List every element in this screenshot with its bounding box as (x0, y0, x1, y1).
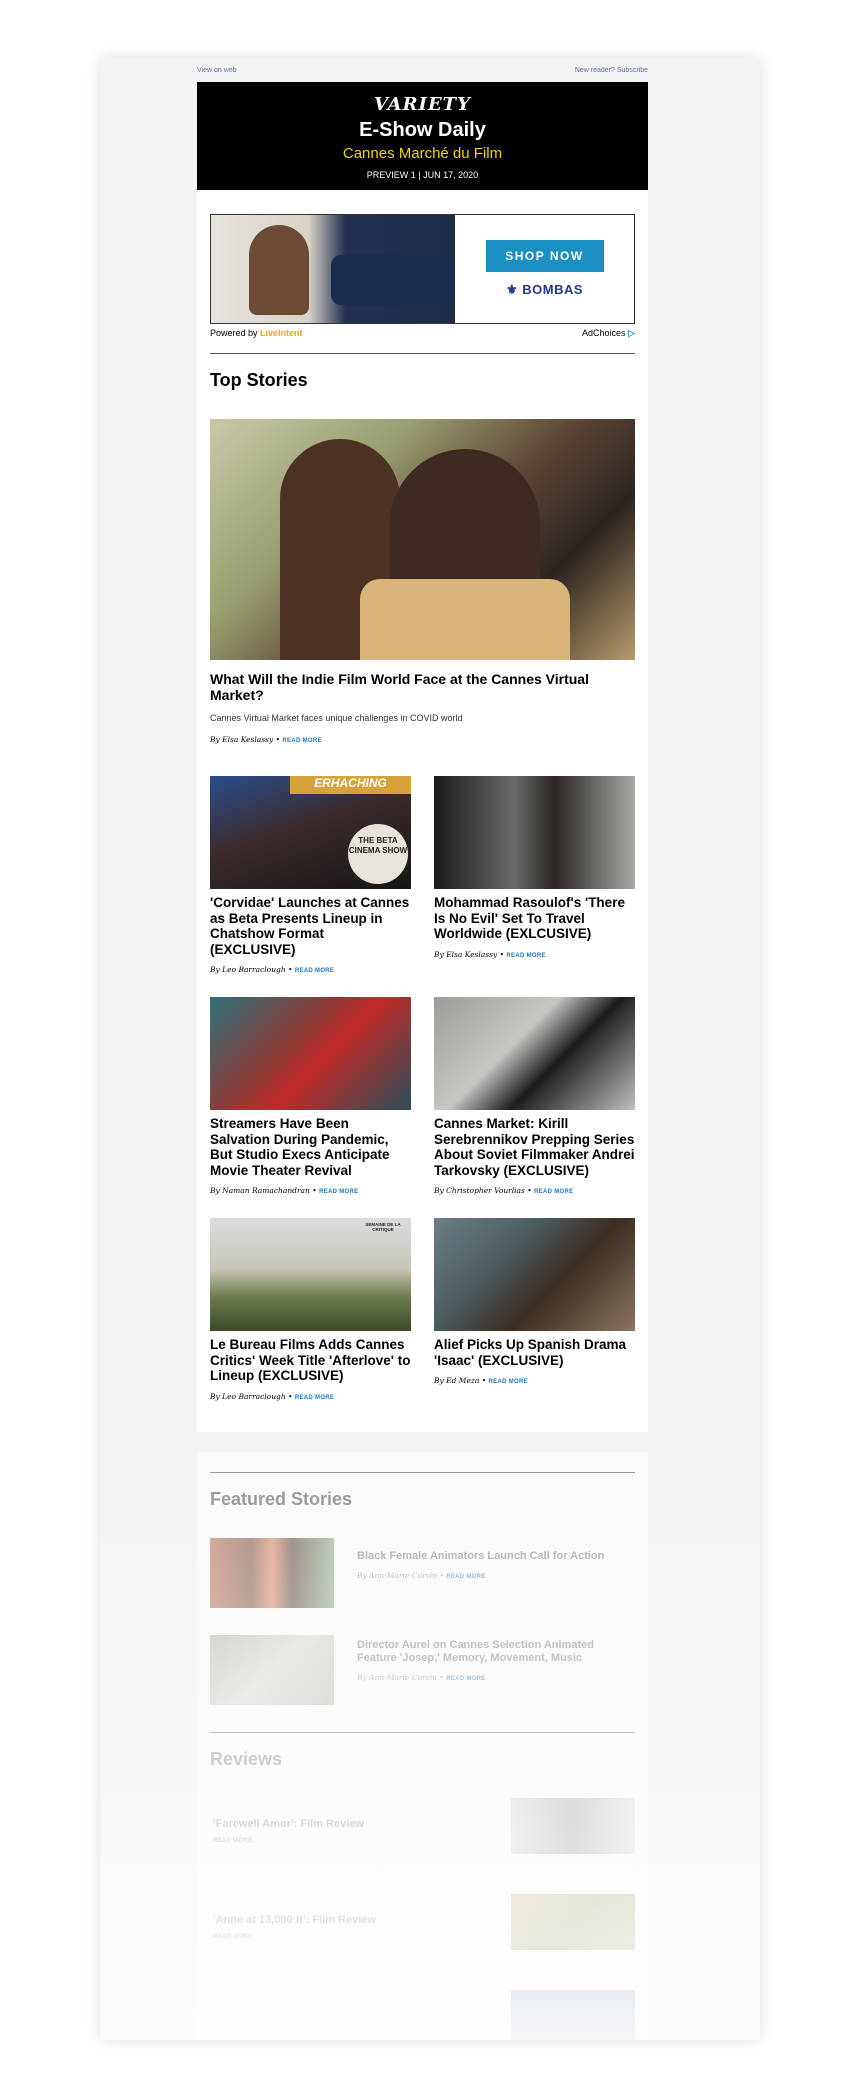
variety-logo[interactable]: VARIETY (197, 94, 648, 115)
story-byline: By Christopher Vourlias • READ MORE (434, 1186, 574, 1196)
story-byline: By Elsa Keslassy • READ MORE (434, 949, 546, 959)
ad-sofa-shape (331, 255, 455, 305)
featured-byline: By Ann-Marie Corvin • READ MORE (357, 1571, 486, 1581)
story-thumb[interactable] (210, 997, 411, 1111)
liveintent-logo[interactable]: LiveIntent (260, 328, 303, 338)
story-thumb[interactable] (434, 1218, 635, 1332)
hero-headline[interactable]: What Will the Indie Film World Face at t… (210, 671, 635, 703)
story-headline[interactable]: Le Bureau Films Adds Cannes Critics' Wee… (210, 1337, 411, 1384)
top-stories-section: Top Stories What Will the Indie Film Wor… (197, 354, 648, 1432)
story-byline: By Ed Meza • READ MORE (434, 1376, 528, 1386)
story-card: Cannes Market: Kirill Serebrennikov Prep… (434, 997, 635, 1195)
featured-thumb[interactable] (210, 1537, 334, 1608)
email-frame: View on web New reader? Subscribe VARIET… (100, 58, 760, 2040)
section-title-top-stories: Top Stories (210, 370, 308, 390)
ad-cta-area: SHOP NOW ⚜ BOMBAS (455, 215, 634, 323)
read-more-link[interactable]: READ MORE (446, 1676, 485, 1682)
review-item: 'Farewell Amor': Film Review READ MORE (210, 1797, 635, 1854)
story-grid: ERHACHING THE BETA CINEMA SHOW 'Corvidae… (210, 776, 635, 1424)
preheader: View on web New reader? Subscribe (197, 58, 648, 82)
hero-image[interactable] (210, 419, 635, 660)
story-headline[interactable]: Alief Picks Up Spanish Drama 'Isaac' (EX… (434, 1337, 635, 1368)
review-item: 'Anne at 13,000 ft': Film Review READ MO… (210, 1893, 635, 1950)
newsletter-title: E-Show Daily (359, 119, 486, 141)
story-card: ERHACHING THE BETA CINEMA SHOW 'Corvidae… (210, 776, 411, 974)
featured-item: Director Aurel on Cannes Selection Anima… (210, 1634, 635, 1705)
read-more-link[interactable]: READ MORE (506, 953, 545, 959)
story-thumb[interactable] (434, 776, 635, 890)
story-headline[interactable]: Cannes Market: Kirill Serebrennikov Prep… (434, 1116, 635, 1178)
review-thumb[interactable] (511, 1797, 635, 1854)
review-thumb[interactable] (511, 1893, 635, 1950)
featured-headline[interactable]: Director Aurel on Cannes Selection Anima… (357, 1639, 635, 1665)
story-headline[interactable]: Mohammad Rasoulof's 'There Is No Evil' S… (434, 895, 635, 942)
story-card: Alief Picks Up Spanish Drama 'Isaac' (EX… (434, 1218, 635, 1401)
review-thumb[interactable] (511, 1989, 635, 2040)
ad-photo (211, 215, 455, 323)
shop-now-button[interactable]: SHOP NOW (485, 240, 604, 272)
story-byline: By Leo Barraclough • READ MORE (210, 965, 335, 975)
featured-headline[interactable]: Black Female Animators Launch Call for A… (357, 1550, 635, 1563)
read-more-link[interactable]: READ MORE (295, 968, 334, 974)
featured-item: Black Female Animators Launch Call for A… (210, 1537, 635, 1608)
issue-info: PREVIEW 1 | JUN 17, 2020 (366, 170, 479, 180)
ad-section: SHOP NOW ⚜ BOMBAS Powered by LiveIntent … (197, 190, 648, 354)
newsletter-subtitle: Cannes Marché du Film (342, 145, 503, 162)
read-more-link[interactable]: READ MORE (295, 1395, 334, 1401)
read-more-link[interactable]: READ MORE (213, 1934, 511, 1940)
story-thumb[interactable] (434, 997, 635, 1111)
read-more-link[interactable]: READ MORE (489, 1379, 528, 1385)
story-thumb[interactable]: ERHACHING THE BETA CINEMA SHOW (210, 776, 411, 890)
hero-coat (360, 579, 570, 660)
adchoices-link[interactable]: AdChoices ▷ (582, 328, 635, 339)
thumb-sign: ERHACHING (290, 776, 411, 795)
read-more-link[interactable]: READ MORE (446, 1574, 485, 1580)
beta-cinema-badge: THE BETA CINEMA SHOW (348, 824, 408, 885)
story-byline: By Leo Barraclough • READ MORE (210, 1391, 335, 1401)
subscribe-link[interactable]: New reader? Subscribe (575, 67, 648, 74)
adchoices-icon: ▷ (628, 328, 635, 338)
review-item (210, 1989, 635, 2040)
featured-byline: By Ann-Marie Corvin • READ MORE (357, 1673, 486, 1683)
powered-by: Powered by LiveIntent (210, 328, 303, 338)
bombas-logo: ⚜ BOMBAS (505, 282, 584, 297)
featured-thumb[interactable] (210, 1634, 334, 1705)
story-thumb[interactable]: SEMAINE DE LA CRITIQUE (210, 1218, 411, 1332)
hero-byline: By Elsa Keslassy • READ MORE (210, 735, 322, 745)
hero-story: What Will the Indie Film World Face at t… (210, 419, 635, 744)
bee-icon: ⚜ (505, 282, 523, 297)
view-on-web-link[interactable]: View on web (197, 67, 237, 74)
section-title-reviews: Reviews (210, 1748, 283, 1769)
semaine-logo: SEMAINE DE LA CRITIQUE (365, 1222, 401, 1233)
review-headline[interactable]: 'Anne at 13,000 ft': Film Review (213, 1914, 511, 1926)
story-headline[interactable]: Streamers Have Been Salvation During Pan… (210, 1116, 411, 1178)
featured-section: Featured Stories Black Female Animators … (197, 1451, 648, 2040)
story-card: SEMAINE DE LA CRITIQUE Le Bureau Films A… (210, 1218, 411, 1401)
ad-banner[interactable]: SHOP NOW ⚜ BOMBAS (210, 214, 635, 324)
ad-person-shape (249, 225, 309, 315)
review-headline[interactable]: 'Farewell Amor': Film Review (213, 1818, 511, 1830)
section-title-featured: Featured Stories (210, 1488, 353, 1509)
email-body: View on web New reader? Subscribe VARIET… (197, 58, 648, 2040)
ad-footer: Powered by LiveIntent AdChoices ▷ (210, 328, 635, 353)
hero-dek: Cannes Virtual Market faces unique chall… (210, 713, 463, 724)
read-more-link[interactable]: READ MORE (282, 738, 321, 744)
read-more-link[interactable]: READ MORE (534, 1189, 573, 1195)
story-byline: By Naman Ramachandran • READ MORE (210, 1186, 359, 1196)
masthead: VARIETY E-Show Daily Cannes Marché du Fi… (197, 82, 648, 190)
read-more-link[interactable]: READ MORE (319, 1189, 358, 1195)
story-card: Streamers Have Been Salvation During Pan… (210, 997, 411, 1195)
story-headline[interactable]: 'Corvidae' Launches at Cannes as Beta Pr… (210, 895, 411, 957)
story-card: Mohammad Rasoulof's 'There Is No Evil' S… (434, 776, 635, 974)
read-more-link[interactable]: READ MORE (213, 1838, 511, 1844)
